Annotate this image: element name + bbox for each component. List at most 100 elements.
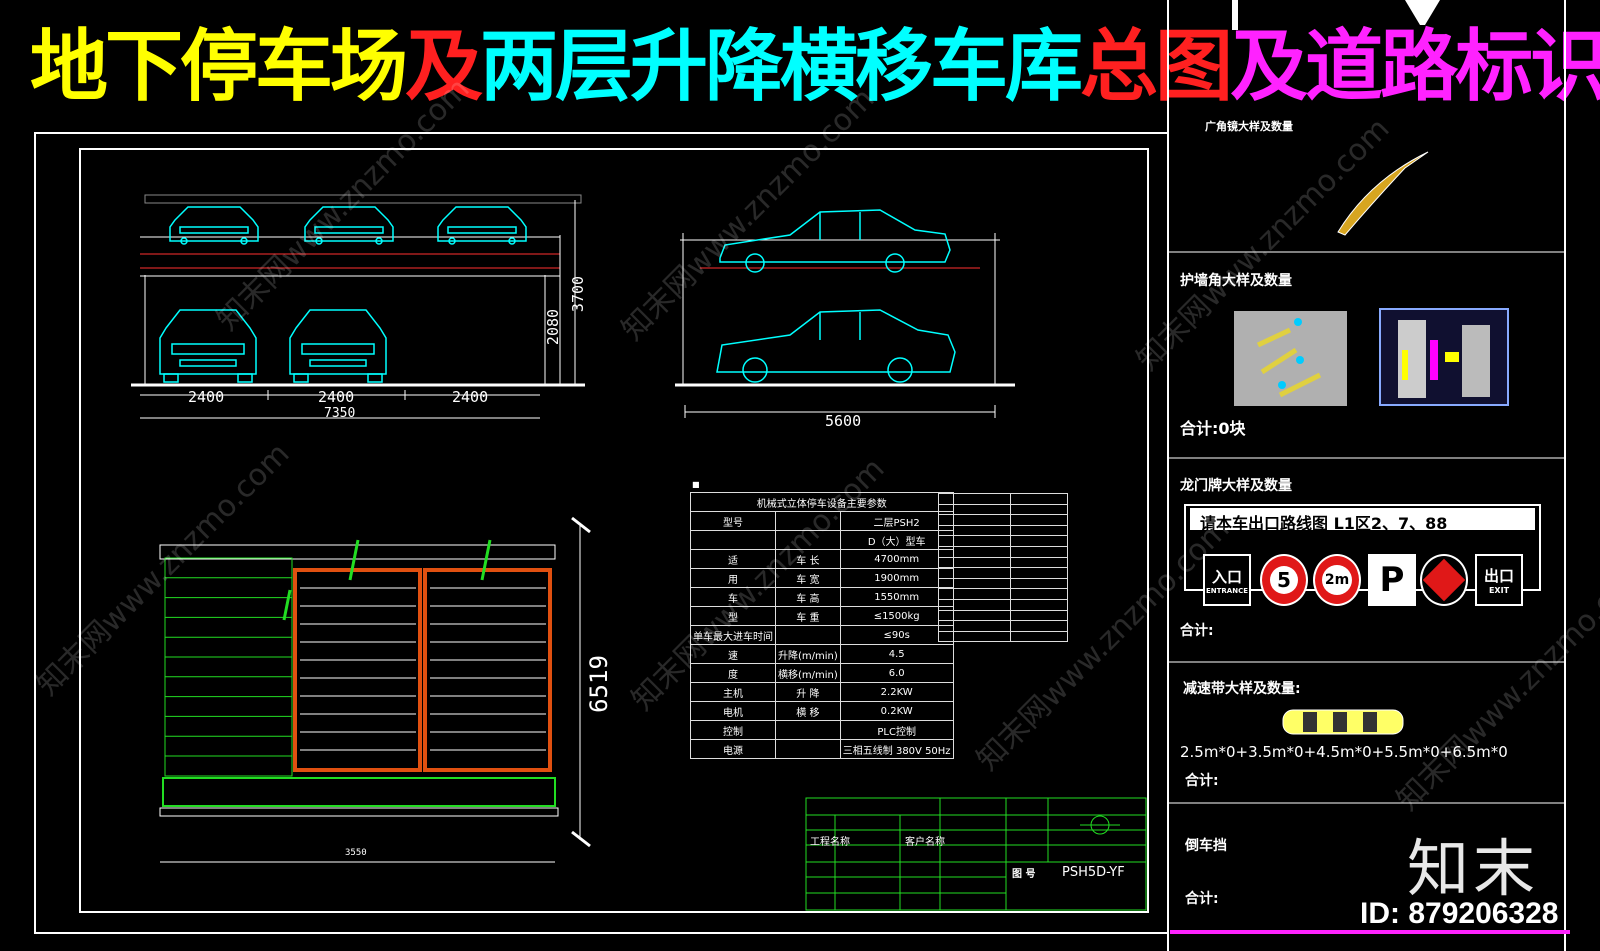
param-row: 电源 三相五线制 380V 50Hz bbox=[690, 739, 954, 759]
dim-width-3: 2400 bbox=[452, 388, 489, 406]
entrance-sign-cn: 入口 bbox=[1211, 567, 1242, 586]
param-row: 度横移(m/min) 6.0 bbox=[690, 663, 954, 683]
legend-row bbox=[938, 514, 1068, 526]
exit-sign: 出口 EXIT bbox=[1475, 554, 1523, 606]
dim-lower-height: 2080 bbox=[544, 308, 563, 346]
legend-cell bbox=[938, 493, 954, 505]
no-entry-icon bbox=[1422, 558, 1466, 602]
param-cell: 横 移 bbox=[775, 701, 841, 721]
speed-limit-sign: 5 bbox=[1260, 554, 1308, 606]
legend-row bbox=[938, 524, 1068, 537]
gantry-banner: 请本车出口路线图 L1区2、7、88 bbox=[1200, 514, 1448, 533]
plan-view bbox=[159, 516, 591, 863]
param-cell: 2.2KW bbox=[839, 682, 954, 702]
legend-cell bbox=[1010, 588, 1068, 600]
dim-total-height: 3700 bbox=[569, 275, 588, 313]
legend-cell bbox=[938, 567, 954, 579]
speed-limit-value: 5 bbox=[1270, 566, 1298, 594]
param-cell: 型号 bbox=[690, 511, 776, 531]
dim-width-1: 2400 bbox=[188, 388, 225, 406]
customer-label: 客户名称 bbox=[905, 837, 945, 848]
dim-plan-width: 3550 bbox=[345, 848, 367, 858]
legend-cell bbox=[1010, 524, 1068, 537]
no-entry-sign bbox=[1420, 554, 1468, 606]
parking-sign: P bbox=[1368, 554, 1416, 606]
param-row: 适车 长 4700mm bbox=[690, 549, 954, 569]
legend-row bbox=[938, 556, 1068, 569]
legend-cell bbox=[953, 493, 1011, 505]
legend-cell bbox=[938, 577, 954, 590]
param-row: 主机升 降 2.2KW bbox=[690, 682, 954, 702]
legend-row bbox=[938, 620, 1068, 632]
corner-guard-image-1 bbox=[1234, 311, 1347, 406]
corner-guard-image-2 bbox=[1379, 308, 1509, 406]
wheel-stop-total: 合计: bbox=[1185, 891, 1219, 907]
project-label: 工程名称 bbox=[810, 837, 850, 848]
param-row: 电机横 移 0.2KW bbox=[690, 701, 954, 721]
legend-cell bbox=[938, 535, 954, 547]
param-cell: 主机 bbox=[690, 682, 776, 702]
legend-cell bbox=[953, 524, 1011, 537]
legend-cell bbox=[953, 620, 1011, 632]
legend-cell bbox=[938, 514, 954, 526]
legend-row bbox=[938, 588, 1068, 600]
legend-row bbox=[938, 535, 1068, 547]
param-cell: D（大）型车 bbox=[839, 530, 954, 550]
gantry-label: 龙门牌大样及数量 bbox=[1180, 478, 1292, 494]
corner-guard-total: 合计:0块 bbox=[1180, 419, 1246, 438]
legend-cell bbox=[1010, 567, 1068, 579]
param-cell: 0.2KW bbox=[839, 701, 954, 721]
param-cell: 升 降 bbox=[775, 682, 841, 702]
legend-row bbox=[938, 567, 1068, 579]
legend-cell bbox=[938, 598, 954, 611]
legend-cell bbox=[953, 514, 1011, 526]
legend-cell bbox=[953, 609, 1011, 622]
dim-plan-height: 6519 bbox=[584, 655, 613, 713]
param-cell: 度 bbox=[690, 663, 776, 683]
legend-cell bbox=[938, 556, 954, 569]
dim-width-2: 2400 bbox=[318, 388, 355, 406]
param-cell: 1900mm bbox=[839, 568, 954, 588]
legend-cell bbox=[938, 609, 954, 622]
param-cell: ≤1500kg bbox=[839, 606, 954, 626]
legend-cell bbox=[953, 503, 1011, 516]
legend-row bbox=[938, 545, 1068, 558]
param-cell bbox=[775, 720, 841, 740]
legend-cell bbox=[938, 630, 954, 643]
param-cell: 三相五线制 380V 50Hz bbox=[839, 739, 954, 759]
dim-side-length: 5600 bbox=[825, 412, 862, 430]
legend-row bbox=[938, 493, 1068, 505]
legend-cell bbox=[1010, 577, 1068, 590]
front-elevation bbox=[131, 194, 585, 419]
legend-cell bbox=[1010, 598, 1068, 611]
param-cell: 电机 bbox=[690, 701, 776, 721]
param-cell: 车 重 bbox=[775, 606, 841, 626]
entrance-sign-en: ENTRANCE bbox=[1206, 586, 1248, 595]
legend-cell bbox=[953, 545, 1011, 558]
legend-cell bbox=[1010, 493, 1068, 505]
param-cell: 4700mm bbox=[839, 549, 954, 569]
drawing-no-label: 图 号 bbox=[1012, 869, 1036, 880]
gantry-total: 合计: bbox=[1180, 623, 1214, 639]
param-cell: 1550mm bbox=[839, 587, 954, 607]
legend-cell bbox=[938, 620, 954, 632]
legend-cell bbox=[953, 567, 1011, 579]
legend-row bbox=[938, 598, 1068, 611]
param-cell: 横移(m/min) bbox=[775, 663, 841, 683]
legend-cell bbox=[953, 577, 1011, 590]
param-cell bbox=[775, 625, 841, 645]
legend-cell bbox=[938, 545, 954, 558]
legend-row bbox=[938, 577, 1068, 590]
wheel-stop-label: 倒车挡 bbox=[1185, 838, 1227, 854]
param-cell bbox=[775, 739, 841, 759]
legend-table bbox=[938, 493, 1068, 643]
legend-row bbox=[938, 630, 1068, 643]
legend-cell bbox=[938, 503, 954, 516]
brand-id: ID: 879206328 bbox=[1360, 897, 1559, 930]
dim-total-width: 7350 bbox=[324, 406, 356, 421]
legend-cell bbox=[953, 556, 1011, 569]
legend-row bbox=[938, 609, 1068, 622]
legend-cell bbox=[1010, 620, 1068, 632]
legend-cell bbox=[1010, 630, 1068, 643]
wide-corner-label: 广角镜大样及数量 bbox=[1205, 120, 1293, 133]
